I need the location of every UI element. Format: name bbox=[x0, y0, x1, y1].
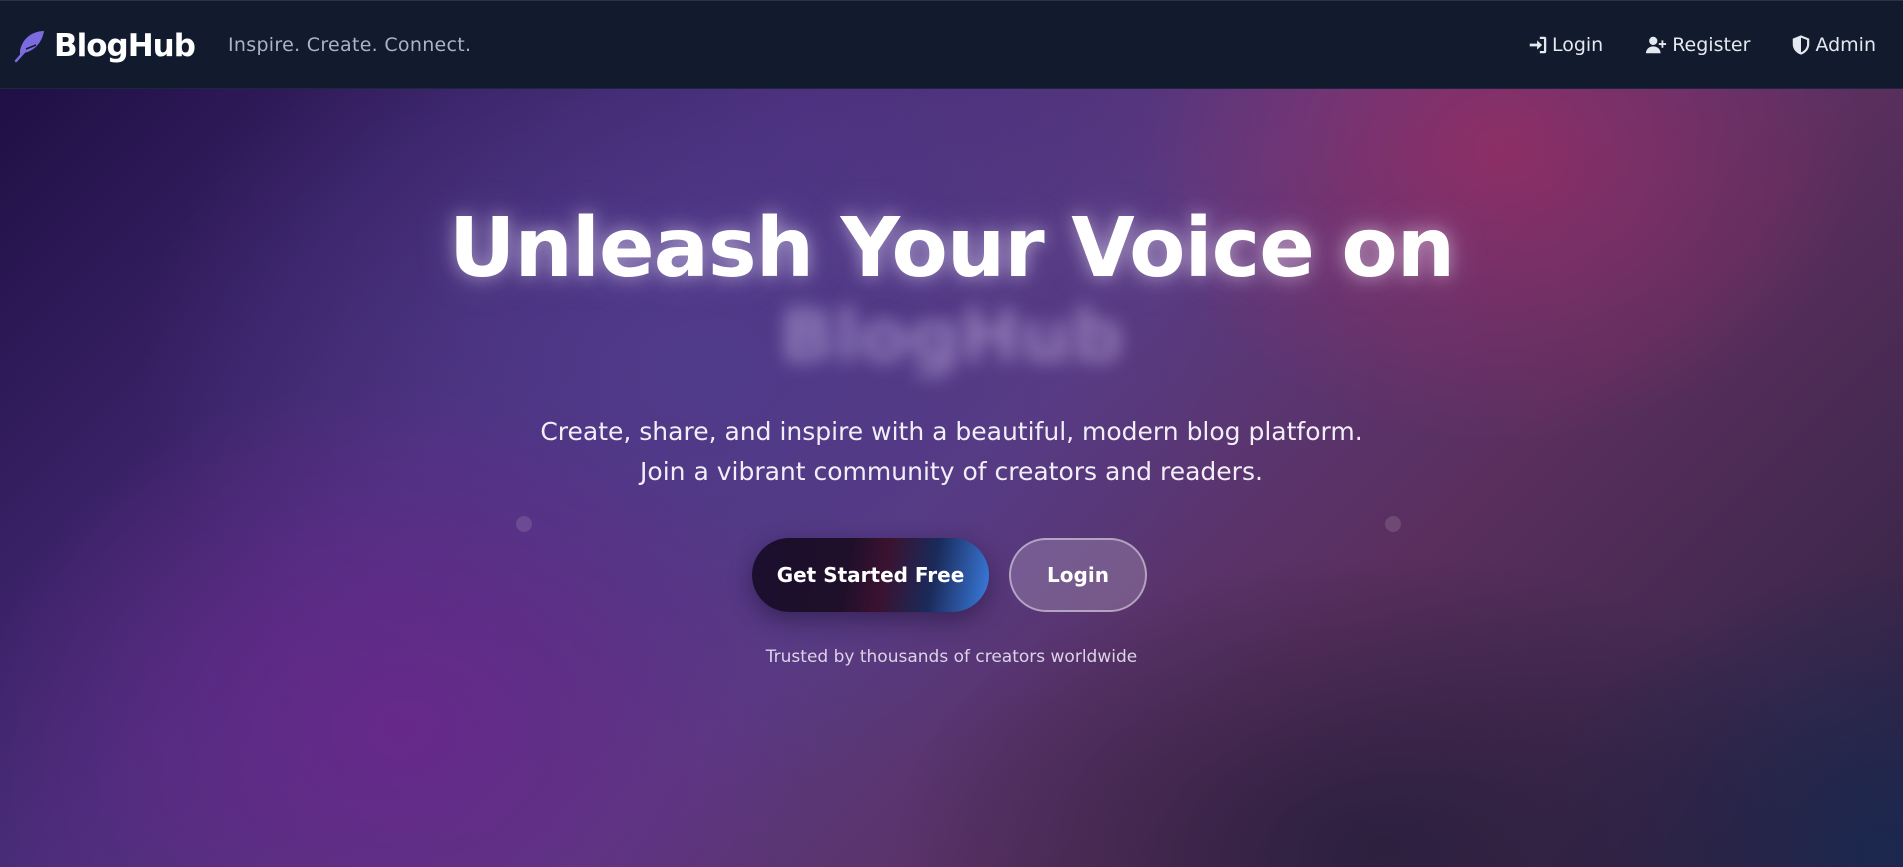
user-plus-icon bbox=[1646, 36, 1667, 54]
nav-links: Login Register Admin bbox=[1527, 1, 1903, 89]
hero-subtitle-line2: Join a vibrant community of creators and… bbox=[640, 457, 1263, 486]
trusted-text: Trusted by thousands of creators worldwi… bbox=[765, 647, 1138, 667]
hero-title: Unleash Your Voice on bbox=[448, 201, 1455, 296]
nav-admin-label: Admin bbox=[1815, 34, 1876, 56]
hero-section: Unleash Your Voice on BlogHub Create, sh… bbox=[0, 89, 1903, 867]
hero-login-button[interactable]: Login bbox=[1009, 538, 1147, 612]
hero-subtitle: Create, share, and inspire with a beauti… bbox=[0, 412, 1903, 492]
brand-logo[interactable]: BlogHub bbox=[14, 26, 196, 66]
decorative-dot-left bbox=[516, 516, 532, 532]
nav-register-label: Register bbox=[1672, 34, 1751, 56]
nav-login-label: Login bbox=[1551, 34, 1604, 56]
sign-in-icon bbox=[1529, 36, 1547, 54]
nav-admin-link[interactable]: Admin bbox=[1790, 34, 1876, 56]
hero-title-blurred: BlogHub bbox=[779, 294, 1124, 378]
feather-icon bbox=[14, 31, 44, 63]
decorative-dot-right bbox=[1385, 516, 1401, 532]
nav-register-link[interactable]: Register bbox=[1643, 34, 1750, 56]
top-navbar: BlogHub Inspire. Create. Connect. Login … bbox=[0, 0, 1903, 89]
get-started-button[interactable]: Get Started Free bbox=[752, 538, 989, 612]
tagline: Inspire. Create. Connect. bbox=[228, 34, 472, 56]
hero-subtitle-line1: Create, share, and inspire with a beauti… bbox=[540, 417, 1363, 446]
shield-icon bbox=[1793, 35, 1810, 55]
nav-login-link[interactable]: Login bbox=[1527, 34, 1603, 56]
brand-name: BlogHub bbox=[54, 28, 196, 64]
